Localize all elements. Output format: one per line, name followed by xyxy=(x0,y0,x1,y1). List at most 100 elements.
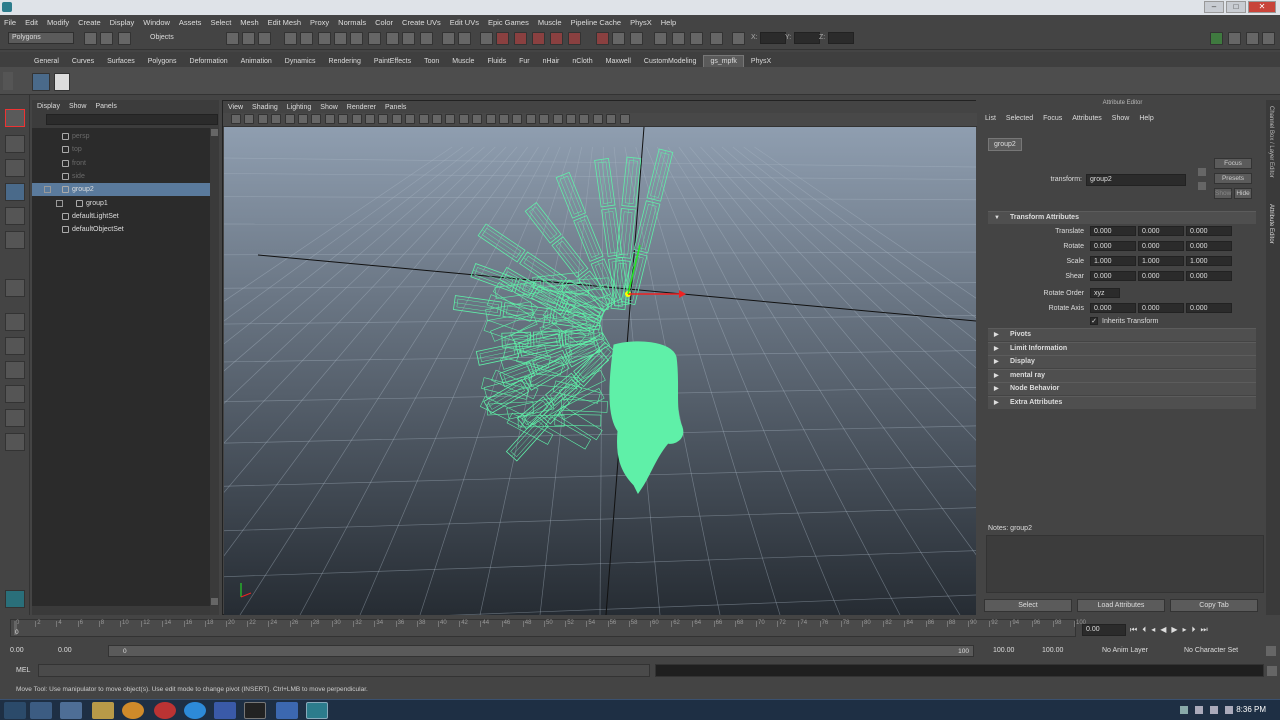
status-line-tool-icon[interactable] xyxy=(242,32,255,45)
menu-color[interactable]: Color xyxy=(375,18,393,27)
menu-select[interactable]: Select xyxy=(210,18,231,27)
viewport-tool-icon[interactable] xyxy=(231,114,241,124)
selection-mode-label[interactable]: Objects xyxy=(150,34,174,41)
viewport-tool-icon[interactable] xyxy=(351,114,362,124)
ae-menu-focus[interactable]: Focus xyxy=(1043,115,1062,122)
minimize-button[interactable]: – xyxy=(1204,1,1224,13)
expand-toggle-icon[interactable] xyxy=(44,186,51,194)
status-line-tool-icon[interactable] xyxy=(596,32,609,45)
status-line-tool-icon[interactable] xyxy=(612,32,625,45)
viewport-tool-icon[interactable] xyxy=(418,114,429,124)
single-pane-layout-icon[interactable] xyxy=(5,313,25,331)
outliner-item-top[interactable]: top xyxy=(32,143,210,156)
play-forward-icon[interactable]: ▶ xyxy=(1171,625,1177,635)
status-line-tool-icon[interactable] xyxy=(458,32,471,45)
hide-button[interactable]: Hide xyxy=(1234,188,1252,199)
section-pivots[interactable]: ▶ Pivots xyxy=(988,328,1256,341)
four-pane-layout-icon[interactable] xyxy=(5,337,25,355)
viewport-tool-icon[interactable] xyxy=(619,114,630,124)
rotate-order-dropdown[interactable]: xyz xyxy=(1090,288,1120,298)
viewport-tool-icon[interactable] xyxy=(579,114,590,124)
attribute-editor-tab[interactable]: Attribute Editor xyxy=(1268,204,1274,244)
presets-icon[interactable] xyxy=(1198,182,1206,190)
expand-toggle-icon[interactable] xyxy=(56,199,63,207)
status-line-tool-icon[interactable] xyxy=(480,32,493,45)
outliner-hscrollbar[interactable] xyxy=(32,606,210,615)
viewport-tool-icon[interactable] xyxy=(405,114,416,124)
shelf-tab-rendering[interactable]: Rendering xyxy=(323,56,367,67)
translate-field-x[interactable]: 0.000 xyxy=(1090,226,1136,236)
shelf-tab-painteffects[interactable]: PaintEffects xyxy=(368,56,417,67)
shelf-tab-curves[interactable]: Curves xyxy=(66,56,100,67)
scale-field-z[interactable]: 1.000 xyxy=(1186,256,1232,266)
viewport-menu-shading[interactable]: Shading xyxy=(252,104,278,111)
outliner-item-side[interactable]: side xyxy=(32,170,210,183)
menu-create[interactable]: Create xyxy=(78,18,101,27)
copy-tab-button[interactable]: Copy Tab xyxy=(1170,599,1258,612)
shelf-tab-maxwell[interactable]: Maxwell xyxy=(600,56,637,67)
viewport-tool-icon[interactable] xyxy=(512,114,523,124)
shear-field-y[interactable]: 0.000 xyxy=(1138,271,1184,281)
status-line-tool-icon[interactable] xyxy=(732,32,745,45)
viewport-tool-icon[interactable] xyxy=(552,114,563,124)
step-back-frame-icon[interactable]: ◂ xyxy=(1151,625,1155,635)
viewport-tool-icon[interactable] xyxy=(378,114,389,124)
viewport-tool-icon[interactable] xyxy=(458,114,469,124)
menu-create-uvs[interactable]: Create UVs xyxy=(402,18,441,27)
scroll-down-icon[interactable] xyxy=(211,598,218,605)
app2-taskbar-icon[interactable] xyxy=(276,702,298,719)
viewport-tool-icon[interactable] xyxy=(525,114,536,124)
rotate-axis-field-z[interactable]: 0.000 xyxy=(1186,303,1232,313)
perspective-viewport[interactable]: View Shading Lighting Show Renderer Panels xyxy=(0,100,1280,625)
rotate-axis-field-y[interactable]: 0.000 xyxy=(1138,303,1184,313)
viewport-tool-icon[interactable] xyxy=(499,114,509,124)
outliner-item-front[interactable]: front xyxy=(32,157,210,170)
status-line-tool-icon[interactable] xyxy=(568,32,581,45)
viewport-tool-icon[interactable] xyxy=(566,114,576,124)
inherits-transform-checkbox[interactable]: ✓ xyxy=(1090,317,1098,325)
ae-menu-attributes[interactable]: Attributes xyxy=(1072,115,1102,122)
viewport-tool-icon[interactable] xyxy=(244,114,255,124)
app-taskbar-icon[interactable] xyxy=(214,702,236,719)
section-limit-information[interactable]: ▶ Limit Information xyxy=(988,341,1256,355)
node-tab-group2[interactable]: group2 xyxy=(988,138,1022,151)
outliner-item-defaultlightset[interactable]: defaultLightSet xyxy=(32,210,210,223)
ae-menu-show[interactable]: Show xyxy=(1112,115,1130,122)
shelf-tab-dynamics[interactable]: Dynamics xyxy=(279,56,322,67)
show-button[interactable]: Show xyxy=(1214,188,1232,199)
status-line-tool-icon[interactable] xyxy=(118,32,131,45)
outliner-menu-show[interactable]: Show xyxy=(69,103,87,110)
section-mental-ray[interactable]: ▶ mental ray xyxy=(988,368,1256,382)
shelf-menu-icon[interactable] xyxy=(3,72,13,90)
status-line-tool-icon[interactable] xyxy=(420,32,433,45)
viewport-tool-icon[interactable] xyxy=(445,114,456,124)
channel-box-toggle-icon[interactable] xyxy=(1210,32,1223,45)
menu-set-dropdown[interactable]: Polygons xyxy=(8,32,74,44)
viewport-tool-icon[interactable] xyxy=(485,114,496,124)
goto-start-icon[interactable]: ⏮ xyxy=(1130,625,1137,635)
viewport-tool-icon[interactable] xyxy=(472,114,483,124)
status-line-tool-icon[interactable] xyxy=(514,32,527,45)
playback-start-field[interactable]: 0.00 xyxy=(58,647,72,654)
scene-view[interactable] xyxy=(0,126,1280,625)
script-layout-icon[interactable] xyxy=(5,433,25,451)
attribute-editor-toggle-icon[interactable] xyxy=(1228,32,1241,45)
step-back-key-icon[interactable]: ⏴ xyxy=(1142,625,1146,635)
folder-taskbar-icon[interactable] xyxy=(92,702,114,719)
range-start-field[interactable]: 0.00 xyxy=(10,647,24,654)
menu-edit[interactable]: Edit xyxy=(25,18,38,27)
status-line-tool-icon[interactable] xyxy=(386,32,399,45)
viewport-tool-icon[interactable] xyxy=(298,114,308,124)
menu-window[interactable]: Window xyxy=(143,18,170,27)
status-line-tool-icon[interactable] xyxy=(300,32,313,45)
tool-settings-toggle-icon[interactable] xyxy=(1246,32,1259,45)
scale-field-x[interactable]: 1.000 xyxy=(1090,256,1136,266)
paint-select-tool-icon[interactable] xyxy=(5,159,25,177)
shear-field-z[interactable]: 0.000 xyxy=(1186,271,1232,281)
ae-menu-list[interactable]: List xyxy=(985,115,996,122)
translate-field-y[interactable]: 0.000 xyxy=(1138,226,1184,236)
focus-icon[interactable] xyxy=(1198,168,1206,176)
menu-edit-uvs[interactable]: Edit UVs xyxy=(450,18,479,27)
character-set-dropdown[interactable]: No Character Set xyxy=(1184,647,1238,654)
status-line-tool-icon[interactable] xyxy=(672,32,685,45)
